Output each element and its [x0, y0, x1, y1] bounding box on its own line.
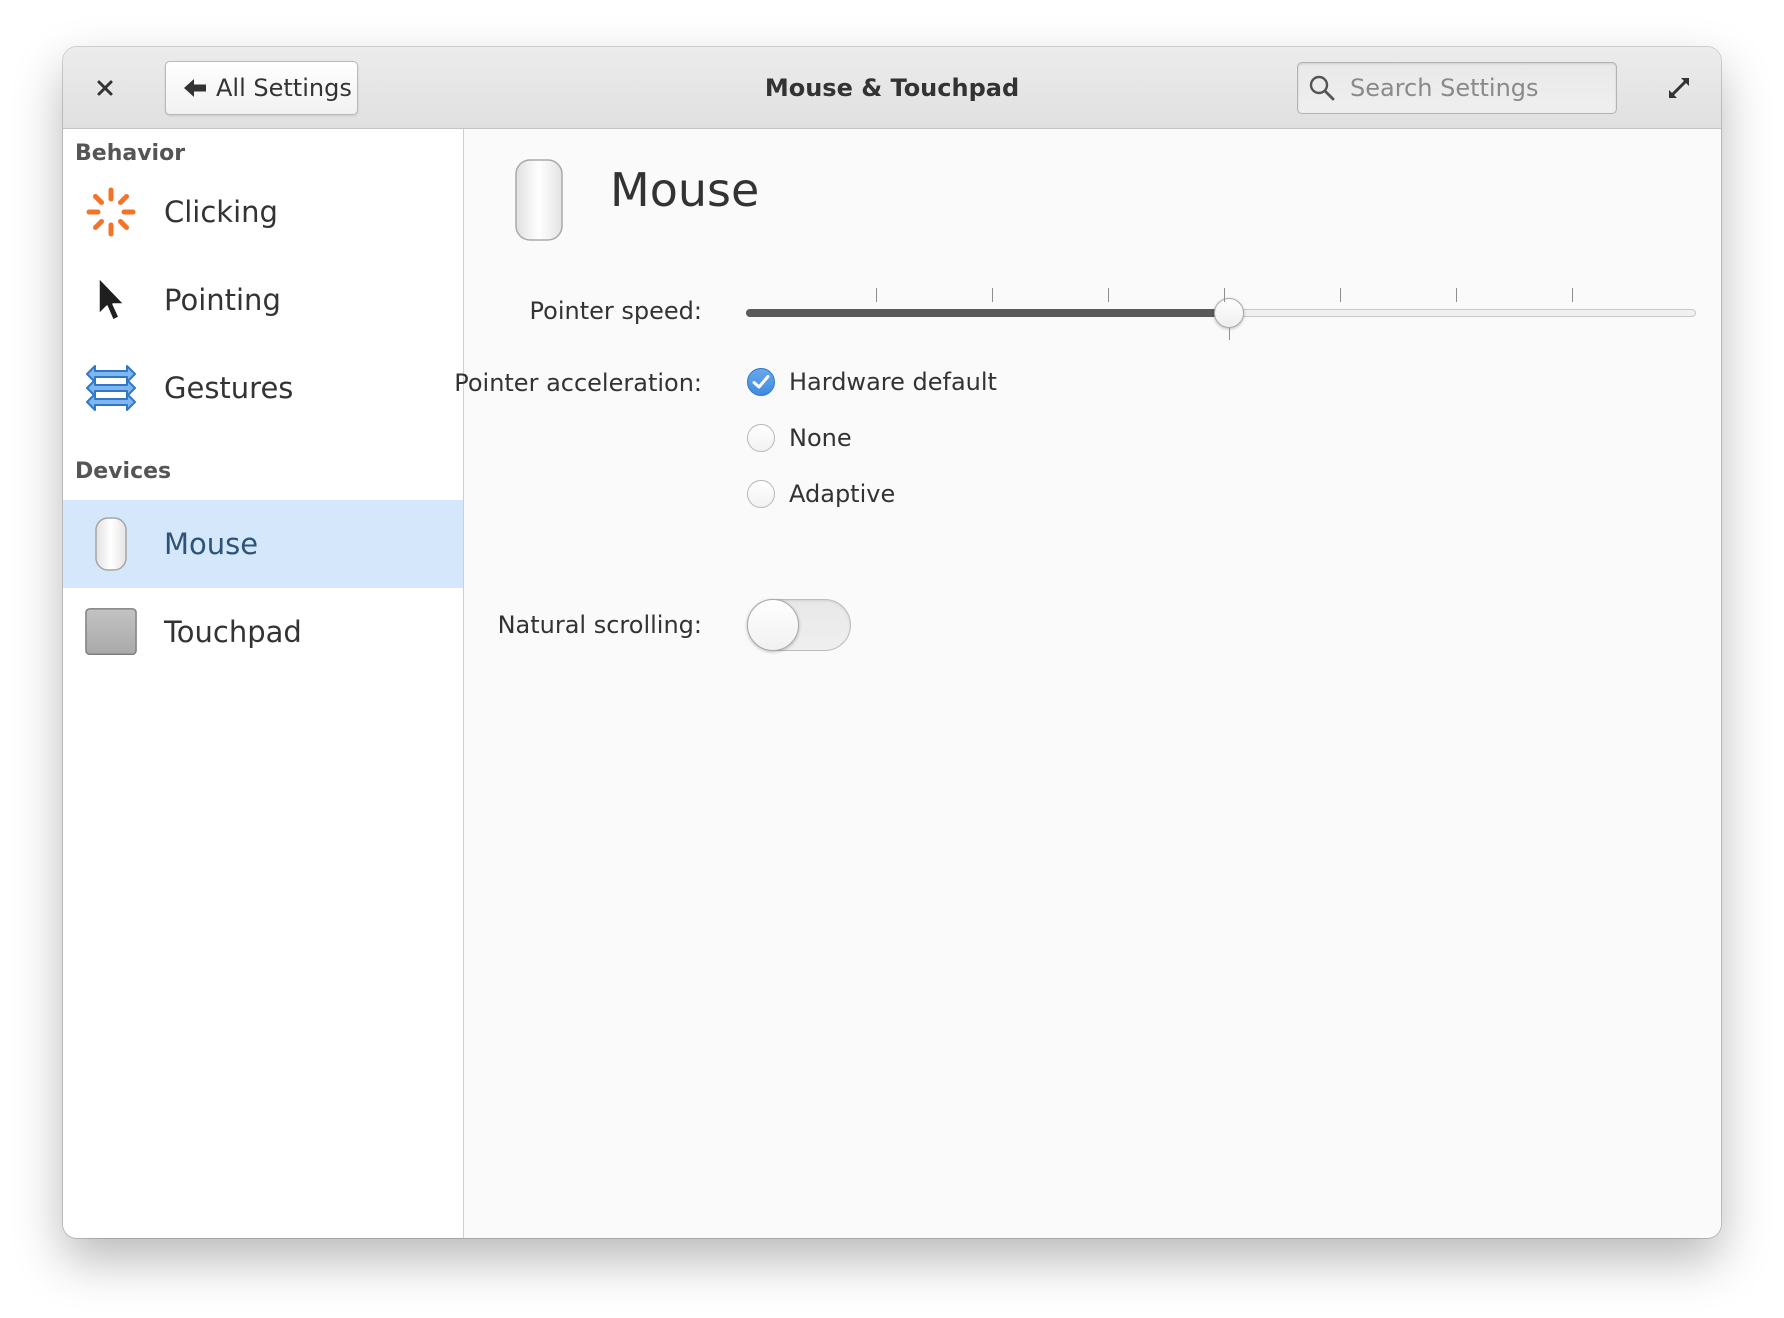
sidebar-item-label: Gestures: [164, 371, 294, 405]
section-header-devices: Devices: [75, 459, 172, 484]
slider-tick: [1224, 288, 1225, 302]
gestures-icon: [85, 362, 137, 414]
sidebar-item-label: Pointing: [164, 283, 281, 317]
radio-button[interactable]: [747, 424, 775, 452]
slider-tick: [1572, 288, 1573, 302]
page-title: Mouse: [610, 163, 760, 217]
radio-none[interactable]: None: [747, 421, 852, 455]
radio-button-checked[interactable]: [747, 368, 775, 396]
clicking-icon: [85, 186, 137, 238]
slider-tick: [876, 288, 877, 302]
sidebar-item-label: Touchpad: [164, 615, 302, 649]
maximize-icon: [1669, 78, 1689, 98]
mouse-icon: [85, 517, 137, 571]
header-bar: All Settings Mouse & Touchpad: [63, 47, 1721, 129]
pointer-speed-label: Pointer speed:: [529, 297, 702, 325]
natural-scrolling-label: Natural scrolling:: [497, 611, 702, 639]
sidebar-item-mouse[interactable]: Mouse: [63, 500, 463, 588]
maximize-button[interactable]: [1661, 70, 1697, 106]
pointer-speed-slider[interactable]: [746, 269, 1696, 340]
touchpad-icon: [85, 606, 137, 658]
natural-scrolling-switch[interactable]: [747, 599, 851, 651]
radio-hardware-default[interactable]: Hardware default: [747, 365, 997, 399]
sidebar-item-gestures[interactable]: Gestures: [63, 344, 463, 432]
sidebar-item-clicking[interactable]: Clicking: [63, 168, 463, 256]
pointer-icon: [85, 274, 137, 326]
slider-fill: [746, 309, 1229, 317]
slider-tick: [992, 288, 993, 302]
section-header-behavior: Behavior: [75, 141, 186, 166]
slider-tick: [1340, 288, 1341, 302]
slider-mark: [1229, 328, 1230, 340]
slider-tick: [1456, 288, 1457, 302]
radio-label: None: [789, 424, 852, 452]
checkmark-icon: [752, 375, 770, 389]
search-box[interactable]: [1297, 62, 1617, 114]
sidebar-item-touchpad[interactable]: Touchpad: [63, 588, 463, 676]
search-input[interactable]: [1348, 73, 1612, 103]
radio-label: Hardware default: [789, 368, 997, 396]
slider-handle[interactable]: [1214, 298, 1244, 328]
sidebar-item-label: Mouse: [164, 527, 259, 561]
sidebar-item-pointing[interactable]: Pointing: [63, 256, 463, 344]
pointer-acceleration-label: Pointer acceleration:: [454, 369, 702, 397]
settings-window: All Settings Mouse & Touchpad Behavior: [63, 47, 1721, 1238]
radio-adaptive[interactable]: Adaptive: [747, 477, 895, 511]
slider-tick: [1108, 288, 1109, 302]
switch-knob[interactable]: [747, 599, 799, 651]
mouse-icon: [513, 158, 565, 248]
content-pane: Mouse Pointer speed: Pointer acceleratio…: [454, 129, 1721, 1238]
radio-button[interactable]: [747, 480, 775, 508]
sidebar-item-label: Clicking: [164, 195, 278, 229]
sidebar: Behavior Clicking Pointing Gestures Devi…: [63, 129, 464, 1238]
radio-label: Adaptive: [789, 480, 896, 508]
search-icon: [1309, 75, 1335, 101]
